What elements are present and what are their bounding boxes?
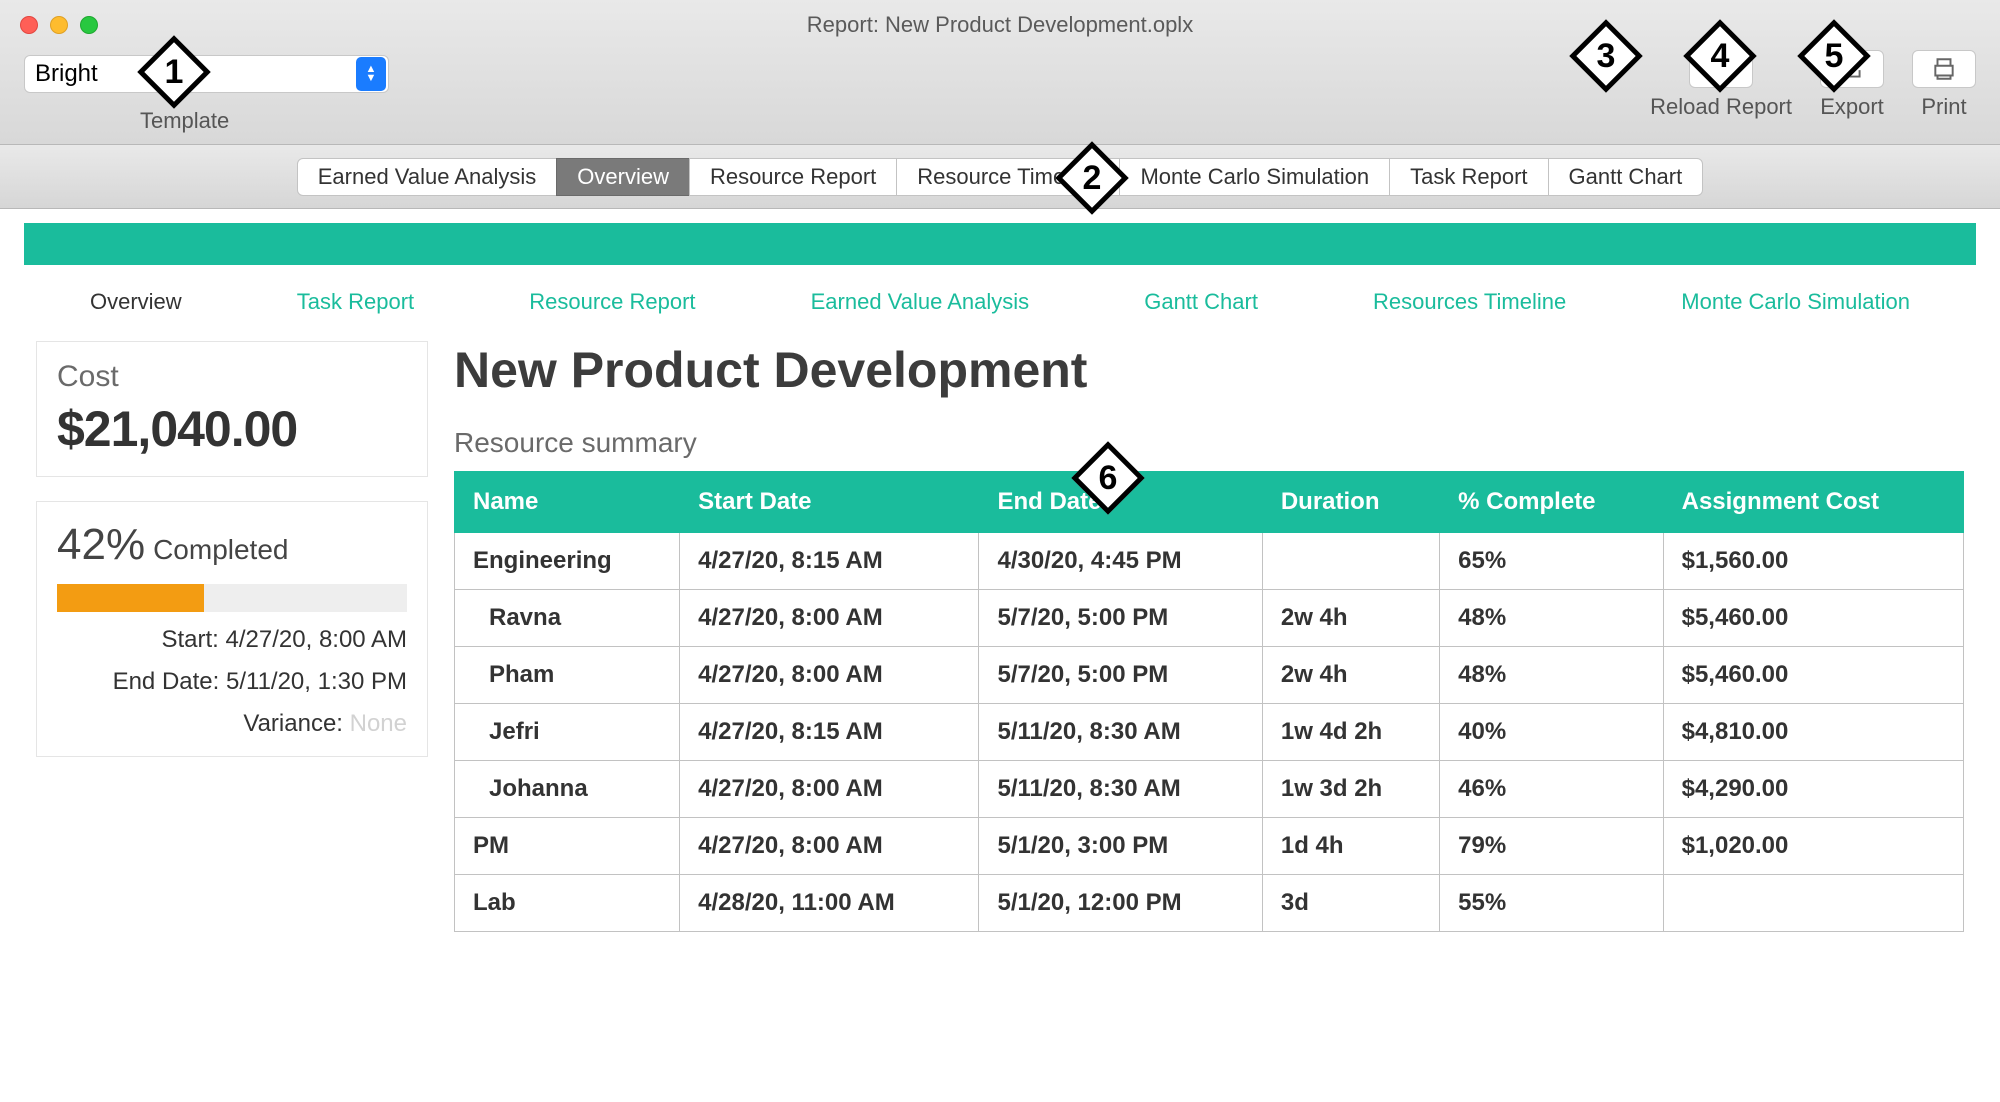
- column-header: Duration: [1262, 472, 1439, 533]
- cell: $4,290.00: [1663, 761, 1963, 818]
- cell: 1d 4h: [1262, 818, 1439, 875]
- percent-complete-label: Completed: [153, 534, 288, 566]
- cell: 48%: [1440, 590, 1663, 647]
- report-tabs: Earned Value AnalysisOverviewResource Re…: [297, 158, 1703, 196]
- cell: 1w 4d 2h: [1262, 704, 1439, 761]
- tab-resource-report[interactable]: Resource Report: [689, 158, 897, 196]
- report-title: New Product Development: [454, 341, 1964, 399]
- cell: 4/27/20, 8:15 AM: [680, 533, 979, 590]
- cell: 65%: [1440, 533, 1663, 590]
- cell: 4/27/20, 8:00 AM: [680, 818, 979, 875]
- column-header: Assignment Cost: [1663, 472, 1963, 533]
- tab-monte-carlo-simulation[interactable]: Monte Carlo Simulation: [1119, 158, 1390, 196]
- start-value: 4/27/20, 8:00 AM: [226, 626, 407, 653]
- cell: 2w 4h: [1262, 647, 1439, 704]
- tab-overview[interactable]: Overview: [556, 158, 690, 196]
- cell: 5/1/20, 3:00 PM: [979, 818, 1262, 875]
- report-nav-resource-report[interactable]: Resource Report: [529, 289, 695, 315]
- report-nav: Overview Task Report Resource Report Earned…: [0, 265, 2000, 325]
- section-title: Resource summary: [454, 427, 1964, 459]
- tab-task-report[interactable]: Task Report: [1389, 158, 1548, 196]
- column-header: Name: [455, 472, 680, 533]
- variance-label: Variance:: [243, 710, 343, 737]
- cell: [1262, 533, 1439, 590]
- cost-label: Cost: [57, 360, 407, 394]
- report-nav-task-report[interactable]: Task Report: [297, 289, 414, 315]
- cell: $4,810.00: [1663, 704, 1963, 761]
- cost-value: $21,040.00: [57, 400, 407, 458]
- cell: Pham: [455, 647, 680, 704]
- cost-card: Cost $21,040.00: [36, 341, 428, 477]
- cell: PM: [455, 818, 680, 875]
- progress-bar: [57, 584, 407, 612]
- report-nav-resources-timeline[interactable]: Resources Timeline: [1373, 289, 1566, 315]
- cell: 5/7/20, 5:00 PM: [979, 590, 1262, 647]
- cell: [1663, 875, 1963, 932]
- start-label: Start:: [162, 626, 219, 653]
- cell: 5/11/20, 8:30 AM: [979, 704, 1262, 761]
- progress-fill: [57, 584, 204, 612]
- cell: 79%: [1440, 818, 1663, 875]
- cell: Engineering: [455, 533, 680, 590]
- cell: Jefri: [455, 704, 680, 761]
- cell: 4/27/20, 8:00 AM: [680, 647, 979, 704]
- table-row: PM4/27/20, 8:00 AM5/1/20, 3:00 PM1d 4h79…: [455, 818, 1964, 875]
- percent-complete-value: 42%: [57, 520, 145, 570]
- template-value: Bright: [35, 60, 98, 88]
- cell: 4/27/20, 8:15 AM: [680, 704, 979, 761]
- cell: 55%: [1440, 875, 1663, 932]
- cell: 2w 4h: [1262, 590, 1439, 647]
- cell: Lab: [455, 875, 680, 932]
- cell: 5/7/20, 5:00 PM: [979, 647, 1262, 704]
- table-header-row: NameStart DateEnd DateDuration% Complete…: [455, 472, 1964, 533]
- table-row: Pham4/27/20, 8:00 AM5/7/20, 5:00 PM2w 4h…: [455, 647, 1964, 704]
- cell: $5,460.00: [1663, 647, 1963, 704]
- progress-card: 42% Completed Start: 4/27/20, 8:00 AM En…: [36, 501, 428, 757]
- cell: 4/27/20, 8:00 AM: [680, 761, 979, 818]
- accent-strip: [24, 223, 1976, 265]
- cell: Ravna: [455, 590, 680, 647]
- print-button[interactable]: Print: [1912, 50, 1976, 120]
- table-row: Ravna4/27/20, 8:00 AM5/7/20, 5:00 PM2w 4…: [455, 590, 1964, 647]
- print-icon: [1931, 56, 1957, 82]
- report-tabs-bar: Earned Value AnalysisOverviewResource Re…: [0, 145, 2000, 209]
- table-row: Johanna4/27/20, 8:00 AM5/11/20, 8:30 AM1…: [455, 761, 1964, 818]
- chevron-updown-icon: ▲▼: [356, 57, 386, 91]
- column-header: Start Date: [680, 472, 979, 533]
- template-label: Template: [140, 108, 229, 134]
- report-nav-gantt-chart[interactable]: Gantt Chart: [1144, 289, 1258, 315]
- cell: Johanna: [455, 761, 680, 818]
- table-row: Jefri4/27/20, 8:15 AM5/11/20, 8:30 AM1w …: [455, 704, 1964, 761]
- variance-value: None: [350, 710, 407, 737]
- end-label: End Date:: [113, 668, 220, 695]
- cell: $1,020.00: [1663, 818, 1963, 875]
- cell: 40%: [1440, 704, 1663, 761]
- report-nav-monte-carlo-simulation[interactable]: Monte Carlo Simulation: [1681, 289, 1910, 315]
- cell: 1w 3d 2h: [1262, 761, 1439, 818]
- report-nav-overview[interactable]: Overview: [90, 289, 182, 315]
- column-header: % Complete: [1440, 472, 1663, 533]
- cell: 48%: [1440, 647, 1663, 704]
- resource-summary-table: NameStart DateEnd DateDuration% Complete…: [454, 471, 1964, 932]
- cell: 5/1/20, 12:00 PM: [979, 875, 1262, 932]
- cell: 4/28/20, 11:00 AM: [680, 875, 979, 932]
- report-nav-earned-value-analysis[interactable]: Earned Value Analysis: [811, 289, 1030, 315]
- end-value: 5/11/20, 1:30 PM: [226, 668, 407, 695]
- tab-gantt-chart[interactable]: Gantt Chart: [1548, 158, 1704, 196]
- cell: $5,460.00: [1663, 590, 1963, 647]
- cell: 4/30/20, 4:45 PM: [979, 533, 1262, 590]
- tab-earned-value-analysis[interactable]: Earned Value Analysis: [297, 158, 558, 196]
- table-row: Engineering4/27/20, 8:15 AM4/30/20, 4:45…: [455, 533, 1964, 590]
- table-row: Lab4/28/20, 11:00 AM5/1/20, 12:00 PM3d55…: [455, 875, 1964, 932]
- cell: 4/27/20, 8:00 AM: [680, 590, 979, 647]
- cell: $1,560.00: [1663, 533, 1963, 590]
- cell: 5/11/20, 8:30 AM: [979, 761, 1262, 818]
- cell: 46%: [1440, 761, 1663, 818]
- cell: 3d: [1262, 875, 1439, 932]
